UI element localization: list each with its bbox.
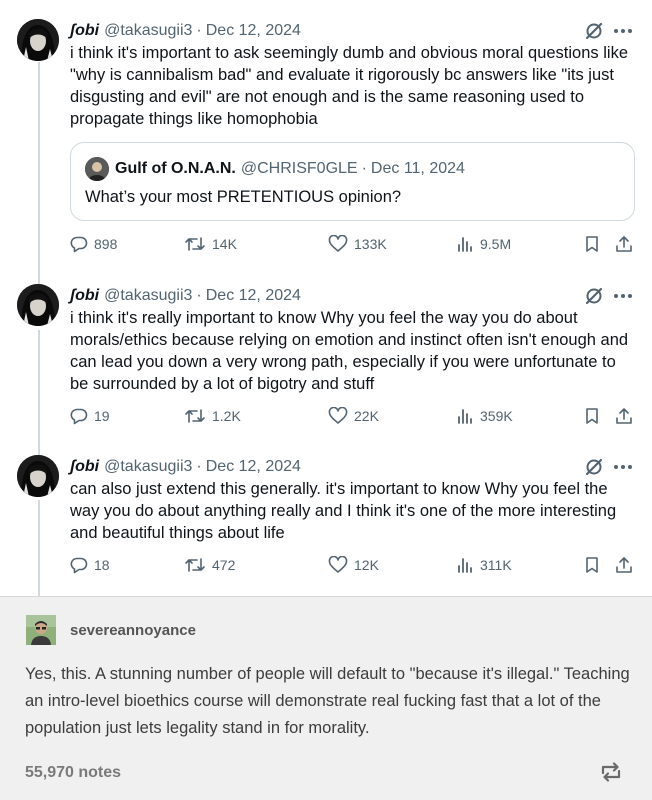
quote-tweet[interactable]: Gulf of O.N.A.N. @CHRISF0GLE · Dec 11, 2… xyxy=(70,142,635,221)
tweet-text: i think it's important to ask seemingly … xyxy=(70,44,629,128)
tweet-header: ʃobi @takasugii3 · Dec 12, 2024 xyxy=(70,455,301,479)
views-icon xyxy=(458,237,472,252)
avatar[interactable] xyxy=(17,455,59,497)
tweet-date[interactable]: Dec 12, 2024 xyxy=(206,458,301,476)
views-button[interactable]: 359K xyxy=(456,407,513,425)
tumblr-post-footer: severeannoyance Yes, this. A stunning nu… xyxy=(0,597,652,800)
quote-author-handle[interactable]: @CHRISF0GLE xyxy=(241,160,358,178)
thread-connector xyxy=(38,330,40,455)
views-button[interactable]: 311K xyxy=(456,556,512,574)
tumblr-avatar[interactable] xyxy=(26,615,56,645)
share-icon[interactable] xyxy=(615,556,633,574)
like-button[interactable]: 12K xyxy=(328,556,379,574)
like-count: 133K xyxy=(354,236,387,252)
views-button[interactable]: 9.5M xyxy=(456,235,511,253)
avatar[interactable] xyxy=(17,284,59,326)
reply-count: 18 xyxy=(94,557,110,573)
bookmark-icon[interactable] xyxy=(583,556,601,574)
reply-button[interactable]: 18 xyxy=(70,556,110,574)
quote-author-name[interactable]: Gulf of O.N.A.N. xyxy=(115,160,236,178)
author-handle[interactable]: @takasugii3 xyxy=(104,22,192,40)
author-name[interactable]: ʃobi xyxy=(70,22,99,40)
separator-dot: · xyxy=(196,287,202,304)
views-icon xyxy=(458,409,472,424)
notes-count[interactable]: 55,970 notes xyxy=(25,764,121,782)
reply-count: 898 xyxy=(94,236,118,252)
grok-icon[interactable] xyxy=(584,286,604,306)
retweet-count: 472 xyxy=(212,557,236,573)
tweet-text: i think it's really important to know Wh… xyxy=(70,309,629,393)
retweet-icon xyxy=(185,237,205,251)
quote-header: Gulf of O.N.A.N. @CHRISF0GLE · Dec 11, 2… xyxy=(85,157,465,181)
tweet-text: can also just extend this generally. it'… xyxy=(70,480,617,542)
separator-dot: · xyxy=(361,160,367,177)
view-count: 359K xyxy=(480,408,513,424)
tweet-thread: ʃobi @takasugii3 · Dec 12, 2024 i think … xyxy=(0,0,652,596)
tweet-actions: 898 14K 133K 9.5M xyxy=(70,235,640,257)
tumblr-comment: Yes, this. A stunning number of people w… xyxy=(25,665,630,737)
author-handle[interactable]: @takasugii3 xyxy=(104,458,192,476)
retweet-icon xyxy=(185,558,205,572)
quote-date[interactable]: Dec 11, 2024 xyxy=(371,160,465,178)
quote-text: What’s your most PRETENTIOUS opinion? xyxy=(85,188,402,206)
retweet-icon xyxy=(185,409,205,423)
view-count: 9.5M xyxy=(480,236,512,252)
quote-avatar[interactable] xyxy=(85,157,109,181)
reply-button[interactable]: 898 xyxy=(70,235,117,253)
views-icon xyxy=(458,558,472,573)
more-icon[interactable] xyxy=(612,21,634,41)
tweet-header: ʃobi @takasugii3 · Dec 12, 2024 xyxy=(70,19,301,43)
share-icon[interactable] xyxy=(615,407,633,425)
retweet-button[interactable]: 14K xyxy=(184,235,237,253)
grok-icon[interactable] xyxy=(584,457,604,477)
reply-button[interactable]: 19 xyxy=(70,407,110,425)
separator-dot: · xyxy=(196,22,202,39)
author-name[interactable]: ʃobi xyxy=(70,458,99,476)
thread-connector xyxy=(38,500,40,596)
tweet-header: ʃobi @takasugii3 · Dec 12, 2024 xyxy=(70,284,301,308)
bookmark-icon[interactable] xyxy=(583,235,601,253)
reply-icon xyxy=(70,236,88,253)
heart-icon xyxy=(328,407,348,424)
like-button[interactable]: 133K xyxy=(328,235,387,253)
like-button[interactable]: 22K xyxy=(328,407,379,425)
share-icon[interactable] xyxy=(615,235,633,253)
grok-icon[interactable] xyxy=(584,21,604,41)
avatar[interactable] xyxy=(17,19,59,61)
tumblr-username[interactable]: severeannoyance xyxy=(70,622,196,639)
author-handle[interactable]: @takasugii3 xyxy=(104,287,192,305)
like-count: 12K xyxy=(354,557,379,573)
retweet-button[interactable]: 472 xyxy=(184,556,235,574)
reply-icon xyxy=(70,408,88,425)
tweet-actions: 18 472 12K 311K xyxy=(70,556,640,578)
reblog-icon[interactable] xyxy=(598,760,624,784)
retweet-count: 14K xyxy=(212,236,237,252)
tweet-date[interactable]: Dec 12, 2024 xyxy=(206,287,301,305)
separator-dot: · xyxy=(196,458,202,475)
tweet-actions: 19 1.2K 22K 359K xyxy=(70,407,640,429)
bookmark-icon[interactable] xyxy=(583,407,601,425)
reply-count: 19 xyxy=(94,408,110,424)
retweet-count: 1.2K xyxy=(212,408,241,424)
tweet-date[interactable]: Dec 12, 2024 xyxy=(206,22,301,40)
more-icon[interactable] xyxy=(612,286,634,306)
retweet-button[interactable]: 1.2K xyxy=(184,407,241,425)
reply-icon xyxy=(70,557,88,574)
view-count: 311K xyxy=(480,557,512,573)
heart-icon xyxy=(328,235,348,252)
more-icon[interactable] xyxy=(612,457,634,477)
like-count: 22K xyxy=(354,408,379,424)
author-name[interactable]: ʃobi xyxy=(70,287,99,305)
thread-connector xyxy=(38,62,40,284)
heart-icon xyxy=(328,556,348,573)
